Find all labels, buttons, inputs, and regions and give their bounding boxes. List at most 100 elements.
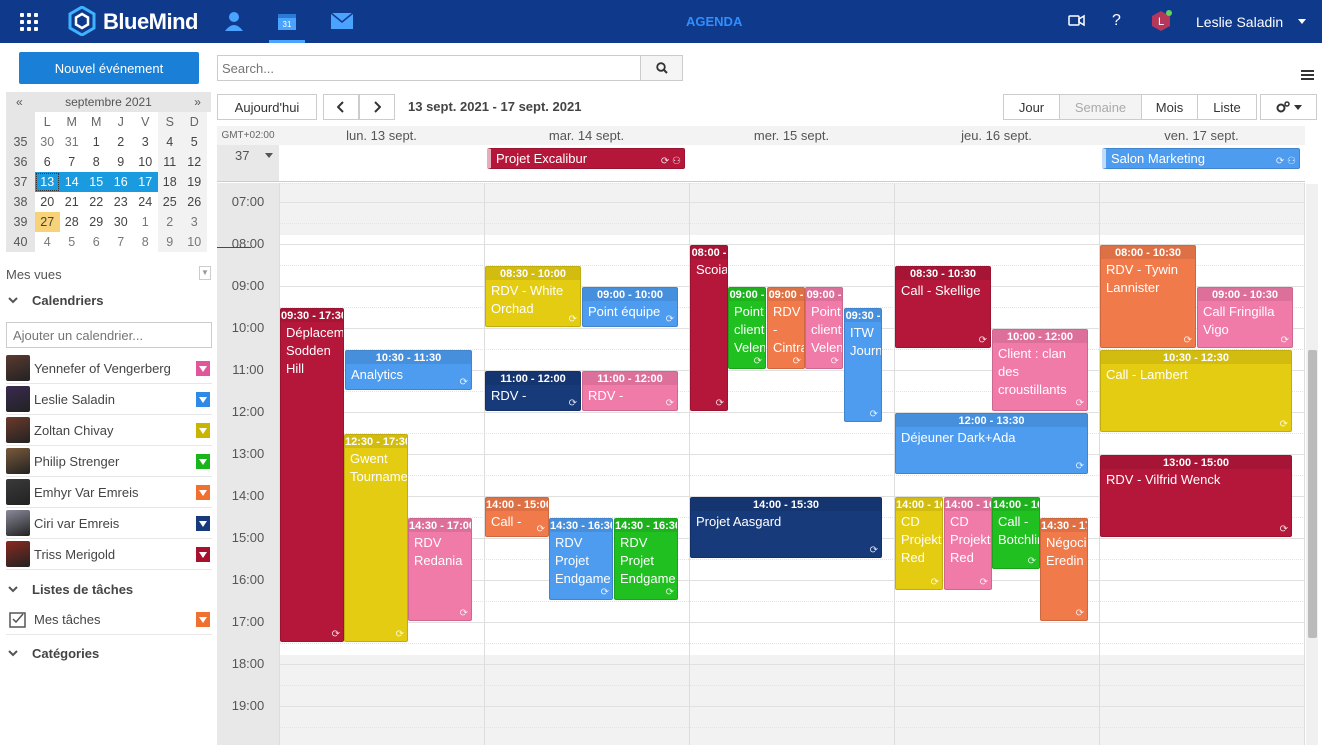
mini-calendar-day[interactable]: 15 — [84, 172, 109, 192]
next-week-button[interactable] — [359, 94, 395, 120]
mini-calendar-day[interactable]: 3 — [182, 212, 207, 232]
calendar-color-picker[interactable] — [196, 360, 210, 376]
mini-calendar-day[interactable]: 29 — [84, 212, 109, 232]
my-tasks-item[interactable]: Mes tâches — [6, 604, 212, 635]
mini-calendar-day[interactable]: 11 — [157, 152, 182, 172]
add-calendar-input[interactable] — [6, 322, 212, 348]
mini-calendar-day[interactable]: 8 — [84, 152, 109, 172]
next-month-button[interactable]: » — [194, 95, 201, 109]
view-list-button[interactable]: Liste — [1197, 94, 1257, 120]
calendar-item[interactable]: Ciri var Emreis — [6, 508, 212, 539]
day-header[interactable]: mer. 15 sept. — [689, 128, 894, 143]
calendar-color-picker[interactable] — [196, 453, 210, 469]
calendar-event[interactable]: 09:30 - 17:30 Déplacement Sodden Hill ⟳ — [280, 308, 344, 642]
mail-app-icon[interactable] — [324, 8, 360, 34]
calendar-item[interactable]: Emhyr Var Emreis — [6, 477, 212, 508]
calendar-item[interactable]: Philip Strenger — [6, 446, 212, 477]
mini-calendar-day[interactable]: 8 — [133, 232, 158, 252]
mini-calendar-day[interactable]: 6 — [84, 232, 109, 252]
calendar-event[interactable]: 12:30 - 17:30 Gwent Tournament ⟳ — [344, 434, 408, 642]
mini-calendar-day[interactable]: 1 — [133, 212, 158, 232]
calendars-section-header[interactable]: Calendriers — [6, 288, 212, 312]
mini-calendar-day[interactable]: 21 — [60, 192, 85, 212]
week-number-cell[interactable]: 37 — [6, 172, 35, 192]
scrollbar-thumb[interactable] — [1308, 350, 1317, 638]
calendar-event[interactable]: 14:00 - 15:30 Projet Aasgard ⟳ — [690, 497, 882, 558]
task-lists-section-header[interactable]: Listes de tâches — [6, 577, 212, 601]
contacts-app-icon[interactable] — [216, 8, 252, 34]
mini-calendar-day[interactable]: 25 — [157, 192, 182, 212]
calendar-event[interactable]: 14:00 - 15:00 Call - ⟳ — [485, 497, 549, 537]
day-header[interactable]: jeu. 16 sept. — [894, 128, 1099, 143]
mini-calendar-day[interactable]: 14 — [59, 172, 84, 192]
mini-calendar-day[interactable]: 4 — [157, 132, 182, 152]
calendar-event[interactable]: 12:00 - 13:30 Déjeuner Dark+Ada ⟳ — [895, 413, 1088, 474]
mini-calendar-day[interactable]: 30 — [35, 132, 60, 152]
my-views-section[interactable]: Mes vues — [6, 262, 212, 286]
calendar-event[interactable]: 08:30 - 10:30 Call - Skellige ⟳ — [895, 266, 991, 348]
mini-calendar-day[interactable]: 24 — [133, 192, 158, 212]
view-day-button[interactable]: Jour — [1003, 94, 1060, 120]
mini-calendar-day[interactable]: 12 — [182, 152, 207, 172]
calendar-app-icon[interactable]: 31 — [269, 8, 305, 43]
categories-section-header[interactable]: Catégories — [6, 641, 212, 665]
mini-calendar-day[interactable]: 20 — [35, 192, 60, 212]
calendar-event[interactable]: 09:00 - RDV - Cintra ⟳ — [767, 287, 805, 369]
task-color-picker[interactable] — [196, 611, 210, 627]
prev-month-button[interactable]: « — [16, 95, 23, 109]
mini-calendar-day[interactable]: 27 — [35, 212, 60, 232]
calendar-item[interactable]: Triss Merigold — [6, 539, 212, 570]
user-menu-caret-icon[interactable] — [1298, 19, 1306, 24]
calendar-color-picker[interactable] — [196, 422, 210, 438]
week-number-cell[interactable]: 38 — [6, 192, 35, 212]
calendar-color-picker[interactable] — [196, 546, 210, 562]
calendar-event[interactable]: 08:30 - 10:00 RDV - White Orchad ⟳ — [485, 266, 581, 327]
calendar-color-picker[interactable] — [196, 484, 210, 500]
week-number-cell[interactable]: 36 — [6, 152, 35, 172]
calendar-event[interactable]: 14:30 - 16:30 RDV Projet Endgame ⟳ — [549, 518, 613, 600]
day-header[interactable]: mar. 14 sept. — [484, 128, 689, 143]
view-week-button[interactable]: Semaine — [1059, 94, 1142, 120]
mini-calendar-day[interactable]: 26 — [182, 192, 207, 212]
mini-calendar-day[interactable]: 3 — [133, 132, 158, 152]
mini-calendar-day[interactable]: 7 — [60, 152, 85, 172]
mini-calendar-day[interactable]: 23 — [109, 192, 134, 212]
calendar-color-picker[interactable] — [196, 515, 210, 531]
week-number-cell[interactable]: 39 — [6, 212, 35, 232]
calendar-event[interactable]: 14:00 - 16 CD Projekt Red ⟳ — [944, 497, 992, 590]
calendar-event[interactable]: 11:00 - 12:00 RDV - ⟳ — [485, 371, 581, 411]
week-number-cell[interactable]: 40 — [6, 232, 35, 252]
mini-calendar-day[interactable]: 9 — [157, 232, 182, 252]
mini-calendar-day[interactable]: 10 — [133, 152, 158, 172]
calendar-event[interactable]: 13:00 - 15:00 RDV - Vilfrid Wenck ⟳ — [1100, 455, 1292, 537]
mini-calendar-day[interactable]: 10 — [182, 232, 207, 252]
all-day-row[interactable]: Projet Excalibur ⟳ ⚇ Salon Marketing ⟳ ⚇ — [217, 145, 1305, 182]
mini-calendar-day[interactable]: 4 — [35, 232, 60, 252]
mini-calendar-day[interactable]: 9 — [109, 152, 134, 172]
mini-calendar-day[interactable]: 6 — [35, 152, 60, 172]
apps-grid-icon[interactable] — [20, 13, 38, 31]
calendar-event[interactable]: 08:00 - Scoia ⟳ — [690, 245, 728, 411]
mini-calendar-day[interactable]: 2 — [109, 132, 134, 152]
mini-calendar-day[interactable]: 5 — [182, 132, 207, 152]
all-day-event[interactable]: Salon Marketing ⟳ ⚇ — [1102, 148, 1300, 169]
mini-calendar-day[interactable]: 16 — [108, 172, 133, 192]
calendar-event[interactable]: 09:00 - 10:30 Call Fringilla Vigo ⟳ — [1197, 287, 1293, 348]
menu-icon[interactable] — [1301, 70, 1314, 81]
day-header[interactable]: lun. 13 sept. — [279, 128, 484, 143]
calendar-event[interactable]: 09:00 - Point client Velen ⟳ — [728, 287, 766, 369]
mini-calendar-day[interactable]: 5 — [60, 232, 85, 252]
new-event-button[interactable]: Nouvel événement — [19, 52, 199, 84]
calendar-event[interactable]: 10:00 - 12:00 Client : clan des croustill… — [992, 329, 1088, 411]
calendar-event[interactable]: 14:30 - 17:00 RDV Redania ⟳ — [408, 518, 472, 621]
mini-calendar-day[interactable]: 7 — [109, 232, 134, 252]
mini-calendar-day[interactable]: 19 — [182, 172, 207, 192]
calendar-event[interactable]: 08:00 - 10:30 RDV - Tywin Lannister ⟳ — [1100, 245, 1196, 348]
settings-dropdown-button[interactable] — [1260, 94, 1317, 120]
calendar-event[interactable]: 10:30 - 12:30 Call - Lambert ⟳ — [1100, 350, 1292, 432]
search-button[interactable] — [640, 55, 683, 81]
user-name[interactable]: Leslie Saladin — [1196, 14, 1283, 30]
calendar-event[interactable]: 09:00 - 10:00 Point équipe ⟳ — [582, 287, 678, 327]
calendar-event[interactable]: 14:00 - 16 Call - Botchling ⟳ — [992, 497, 1040, 569]
all-day-event[interactable]: Projet Excalibur ⟳ ⚇ — [487, 148, 685, 169]
